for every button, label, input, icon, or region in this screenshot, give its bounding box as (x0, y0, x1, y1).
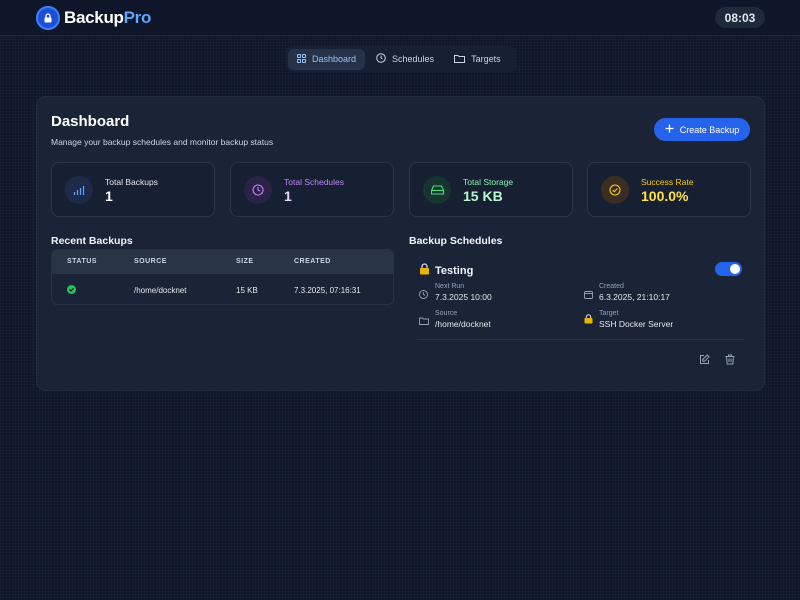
stats-row: Total Backups 1 Total Schedules 1 Total … (51, 162, 751, 217)
tab-label: Dashboard (312, 54, 357, 64)
folder-icon (454, 54, 466, 65)
schedule-card: Testing Next Run 7.3.2025 10:00 Created … (409, 249, 752, 373)
create-backup-button[interactable]: Create Backup (654, 118, 750, 141)
plus-icon (665, 124, 674, 135)
main-nav: Dashboard Schedules Targets (285, 46, 517, 72)
table-header: STATUS SOURCE SIZE CREATED (52, 250, 393, 274)
divider (417, 339, 744, 340)
stat-value: 1 (284, 188, 292, 204)
page-title: Dashboard (51, 113, 130, 130)
column-header: CREATED (294, 258, 331, 265)
lock-icon (419, 263, 430, 278)
dashboard-panel: Dashboard Manage your backup schedules a… (36, 96, 765, 391)
check-circle-icon (601, 176, 629, 204)
stat-label: Success Rate (641, 177, 694, 187)
target-label: Target (599, 310, 619, 317)
recent-backups-table: STATUS SOURCE SIZE CREATED /home/docknet… (51, 249, 394, 305)
backup-size: 15 KB (236, 286, 258, 295)
lock-icon (584, 311, 593, 329)
schedule-name: Testing (419, 263, 473, 278)
stat-value: 15 KB (463, 188, 503, 204)
toggle-knob (730, 264, 740, 274)
backup-schedules-title: Backup Schedules (409, 235, 503, 247)
next-run-label: Next Run (435, 283, 465, 290)
clock: 08:03 (715, 7, 765, 28)
stat-label: Total Schedules (284, 177, 345, 187)
stat-label: Total Storage (463, 177, 514, 187)
lock-icon (36, 6, 60, 30)
next-run-value: 7.3.2025 10:00 (435, 292, 492, 302)
tab-schedules[interactable]: Schedules (367, 49, 443, 70)
hard-drive-icon (423, 176, 451, 204)
brand-name: BackupPro (64, 8, 152, 27)
table-row[interactable]: /home/docknet 15 KB 7.3.2025, 07:16:31 (52, 274, 393, 304)
stat-total-storage: Total Storage 15 KB (409, 162, 573, 217)
column-header: SIZE (236, 258, 254, 265)
folder-icon (419, 312, 429, 330)
stat-value: 1 (105, 188, 113, 204)
created-label: Created (599, 283, 624, 290)
tab-label: Targets (471, 54, 501, 64)
backup-created: 7.3.2025, 07:16:31 (294, 286, 361, 295)
tab-targets[interactable]: Targets (445, 49, 510, 70)
clock-icon (419, 286, 428, 304)
stat-total-schedules: Total Schedules 1 (230, 162, 394, 217)
tab-dashboard[interactable]: Dashboard (288, 48, 366, 70)
top-bar: BackupPro 08:03 (0, 0, 800, 36)
success-check-icon (67, 285, 76, 294)
source-value: /home/docknet (435, 319, 491, 329)
grid-icon (297, 53, 306, 65)
created-value: 6.3.2025, 21:10:17 (599, 292, 670, 302)
stat-success-rate: Success Rate 100.0% (587, 162, 751, 217)
bar-chart-icon (65, 176, 93, 204)
clock-icon (376, 53, 386, 65)
schedule-name-label: Testing (435, 264, 474, 277)
recent-backups-title: Recent Backups (51, 235, 133, 247)
edit-icon[interactable] (697, 352, 711, 366)
backup-source: /home/docknet (134, 286, 187, 295)
target-value: SSH Docker Server (599, 319, 674, 329)
column-header: SOURCE (134, 258, 167, 265)
trash-icon[interactable] (723, 352, 737, 366)
column-header: STATUS (67, 258, 97, 265)
schedule-enabled-toggle[interactable] (715, 262, 742, 276)
brand[interactable]: BackupPro (36, 6, 151, 30)
create-backup-label: Create Backup (679, 124, 740, 135)
clock-icon (244, 176, 272, 204)
calendar-icon (584, 286, 593, 304)
page-subtitle: Manage your backup schedules and monitor… (51, 137, 274, 147)
source-label: Source (435, 310, 458, 317)
stat-value: 100.0% (641, 188, 689, 204)
stat-label: Total Backups (105, 177, 158, 187)
stat-total-backups: Total Backups 1 (51, 162, 215, 217)
tab-label: Schedules (392, 54, 435, 64)
